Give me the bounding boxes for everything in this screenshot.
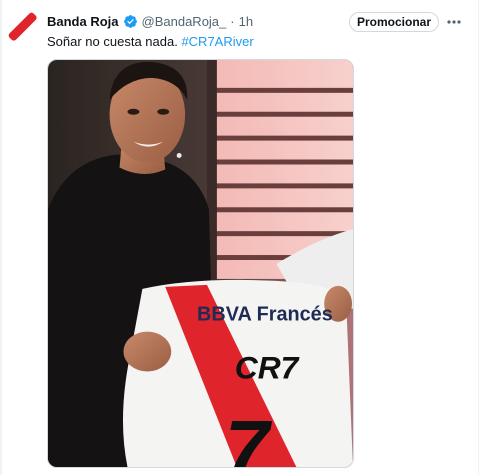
jersey-sponsor-text: BBVA Francés [197,304,333,326]
tweet-text: Soñar no cuesta nada. #CR7ARiver [47,34,254,49]
photo-illustration: BBVA Francés CR7 7 [48,60,353,467]
avatar[interactable] [8,12,38,42]
hashtag-link[interactable]: #CR7ARiver [181,34,253,49]
author-name[interactable]: Banda Roja [47,14,119,29]
jersey-print-text: CR7 [235,349,300,385]
tweet-body: Soñar no cuesta nada. [47,34,182,49]
more-options-icon[interactable] [446,14,462,30]
verified-badge-icon [123,14,138,29]
tweet-card[interactable]: Banda Roja @BandaRoja_ · 1h Promocionar … [0,0,479,475]
separator-dot: · [230,13,235,29]
timestamp[interactable]: 1h [239,14,253,29]
tweet-photo[interactable]: BBVA Francés CR7 7 [47,59,354,468]
author-handle[interactable]: @BandaRoja_ [142,14,227,29]
promote-button[interactable]: Promocionar [349,12,439,32]
tweet-header: Banda Roja @BandaRoja_ · 1h [47,11,253,31]
red-slash-logo-icon [8,12,37,41]
divider-left [0,0,2,475]
jersey-number-text: 7 [225,404,273,467]
